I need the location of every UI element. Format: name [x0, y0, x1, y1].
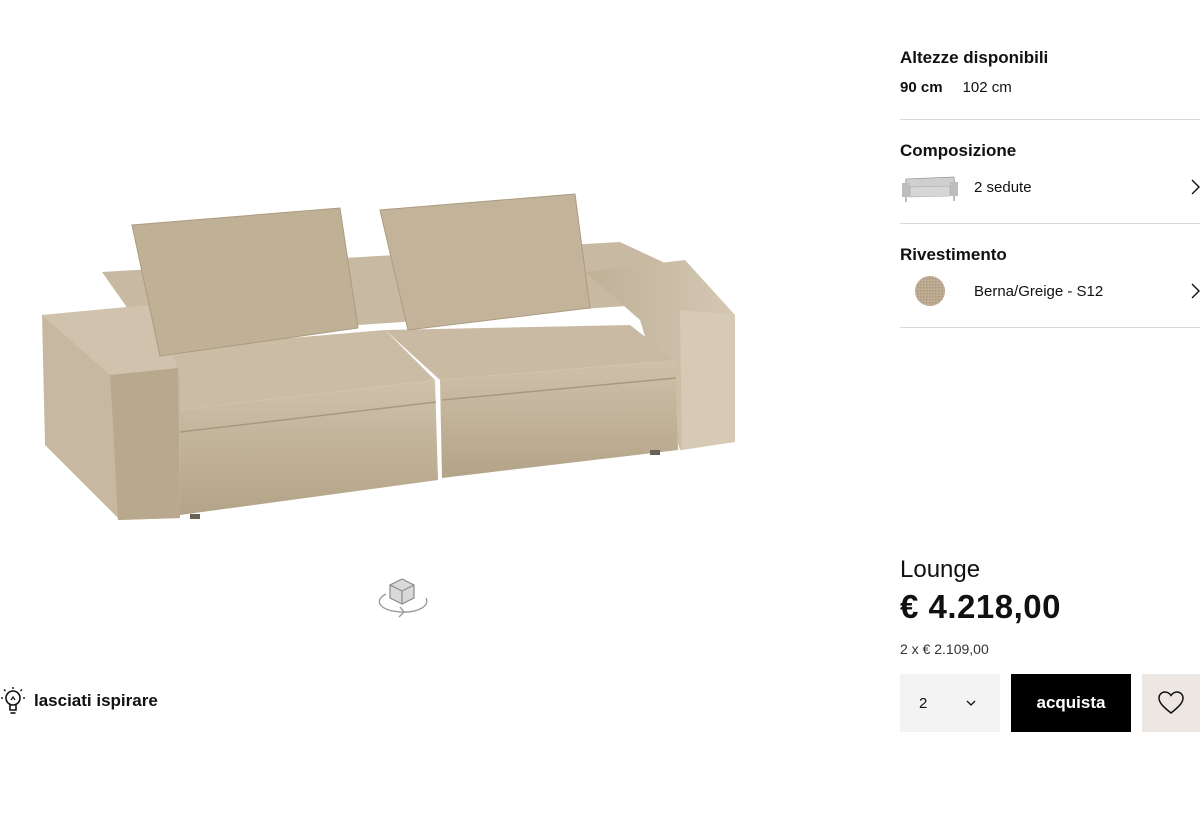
composition-thumbnail — [900, 169, 960, 205]
wishlist-button[interactable] — [1142, 674, 1200, 732]
fabric-swatch — [900, 273, 960, 309]
upholstery-title: Rivestimento — [900, 245, 1007, 264]
installment-text: 2 x € 2.109,00 — [900, 641, 989, 657]
lightbulb-icon — [1, 687, 25, 714]
product-config-panel: Altezze disponibili 90 cm 102 cm Composi… — [900, 0, 1200, 839]
quantity-select[interactable]: 2 — [900, 674, 1000, 732]
product-price: € 4.218,00 — [900, 588, 1061, 625]
sofa-image — [42, 193, 735, 520]
upholstery-value: Berna/Greige - S12 — [974, 282, 1104, 300]
upholstery-section: Rivestimento Berna/Greige - S12 — [900, 245, 1200, 309]
inspire-label: lasciati ispirare — [34, 691, 158, 710]
inspire-link[interactable]: lasciati ispirare — [0, 684, 158, 718]
composition-section: Composizione 2 sedute — [900, 141, 1200, 205]
height-option-102[interactable]: 102 cm — [963, 79, 1012, 96]
buy-button[interactable]: acquista — [1011, 674, 1131, 732]
3d-rotate-icon — [378, 578, 428, 618]
quantity-value: 2 — [919, 694, 928, 712]
purchase-actions: 2 acquista — [900, 674, 1200, 732]
composition-title: Composizione — [900, 141, 1017, 160]
height-option-90[interactable]: 90 cm — [900, 79, 943, 96]
view-360-button[interactable] — [372, 574, 432, 624]
divider — [900, 119, 1200, 120]
chevron-right-icon — [1191, 283, 1200, 299]
divider — [900, 223, 1200, 224]
product-gallery: lasciati ispirare — [0, 0, 880, 839]
heights-section: Altezze disponibili 90 cm 102 cm — [900, 48, 1200, 96]
composition-row[interactable]: 2 sedute — [900, 169, 1200, 205]
product-name: Lounge — [900, 556, 981, 583]
chevron-right-icon — [1191, 179, 1200, 195]
height-options: 90 cm 102 cm — [900, 79, 1200, 96]
composition-value: 2 sedute — [974, 178, 1032, 196]
heights-title: Altezze disponibili — [900, 48, 1049, 67]
divider — [900, 327, 1200, 328]
chevron-down-icon — [966, 700, 976, 706]
upholstery-row[interactable]: Berna/Greige - S12 — [900, 273, 1200, 309]
heart-icon — [1158, 691, 1184, 714]
